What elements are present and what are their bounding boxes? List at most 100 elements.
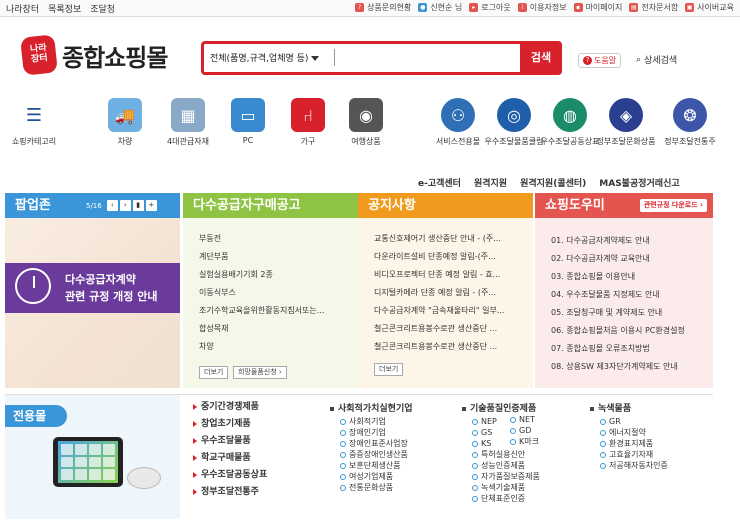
circle-icon bbox=[510, 416, 516, 423]
site-logo[interactable]: 나라 장터 종합쇼핑몰 bbox=[20, 34, 168, 76]
top-link-education[interactable]: ▣ 사이버교육 bbox=[685, 2, 734, 13]
mall-link-liquor[interactable]: 정부조달전통주 bbox=[193, 484, 267, 501]
mas-notice-header[interactable]: 다수공급자구매공고 bbox=[183, 193, 358, 218]
mall-green-head[interactable]: 녹색물품 bbox=[590, 401, 668, 414]
category-shopping[interactable]: ☰ 쇼핑카테고리 bbox=[4, 98, 64, 147]
category-brand[interactable]: ◍ 우수조달공동상표 bbox=[540, 98, 600, 147]
list-item[interactable]: 비디오프로젝터 단종 예정 알림 - 효... bbox=[374, 266, 524, 284]
mall-link-school[interactable]: 학교구매물품 bbox=[193, 450, 267, 467]
category-materials[interactable]: ▦ 4대관급자재 bbox=[158, 98, 218, 147]
search-button[interactable]: 검색 bbox=[520, 41, 562, 75]
menu-remote-support-call[interactable]: 원격지원(콜센터) bbox=[520, 176, 586, 189]
category-travel[interactable]: ◉ 여행상품 bbox=[336, 98, 396, 147]
mall-link[interactable]: 환경표지제품 bbox=[590, 438, 668, 449]
rules-download-button[interactable]: 관련규정 다운로드 › bbox=[639, 199, 707, 212]
list-item[interactable]: 이동식부스 bbox=[199, 284, 324, 302]
mall-link[interactable]: 단체표준인증 bbox=[462, 493, 540, 504]
menu-mas-report[interactable]: MAS불공정거래신고 bbox=[599, 176, 679, 189]
top-link-inquiry[interactable]: ? 상품문의현황 bbox=[355, 2, 411, 13]
mall-link[interactable]: 중증장애인생산품 bbox=[330, 449, 413, 460]
list-item[interactable]: 다수공급자계약 "금속재울타리" 일부... bbox=[374, 302, 524, 320]
next-icon[interactable]: › bbox=[119, 200, 131, 211]
circle-icon bbox=[472, 440, 478, 447]
mall-link[interactable]: 장애인기업 bbox=[330, 427, 413, 438]
circle-icon bbox=[510, 427, 516, 434]
list-item[interactable]: 차양 bbox=[199, 338, 324, 356]
mas-notice-panel: 부동전 계단부품 실험실용배기기회 2종 이동식부스 조기수학교육을위한활동지침… bbox=[183, 218, 358, 388]
top-link-logout[interactable]: ▸ 로그아웃 bbox=[469, 2, 511, 13]
mall-link[interactable]: 저공해자동차인증 bbox=[590, 460, 668, 471]
category-vehicle[interactable]: 🚚 차량 bbox=[95, 98, 155, 147]
mall-link-label: 특허실용신안 bbox=[481, 450, 526, 459]
mall-link[interactable]: NET bbox=[510, 414, 539, 425]
mall-social-head[interactable]: 사회적가치실현기업 bbox=[330, 401, 413, 414]
mall-link[interactable]: 고효율기자재 bbox=[590, 449, 668, 460]
menu-remote-support[interactable]: 원격지원 bbox=[474, 176, 507, 189]
pause-icon[interactable]: ▮ bbox=[132, 200, 144, 211]
mall-link[interactable]: 녹색기술제품 bbox=[462, 482, 540, 493]
mall-link[interactable]: GD bbox=[510, 425, 539, 436]
list-item[interactable]: 합성목재 bbox=[199, 320, 324, 338]
mall-link[interactable]: 여성기업제품 bbox=[330, 471, 413, 482]
list-item[interactable]: 실험실용배기기회 2종 bbox=[199, 266, 324, 284]
mall-link-startup[interactable]: 창업초기제품 bbox=[193, 416, 267, 433]
notice-header[interactable]: 공지사항 bbox=[358, 193, 533, 218]
mall-link[interactable]: 에너지절약 bbox=[590, 427, 668, 438]
mouse-icon bbox=[127, 467, 161, 489]
list-item[interactable]: 부동전 bbox=[199, 230, 324, 248]
list-item[interactable]: 05. 조달청구매 및 계약제도 안내 bbox=[551, 304, 685, 322]
category-liquor[interactable]: ❂ 정부조달전통주 bbox=[660, 98, 720, 147]
category-pc[interactable]: ▭ PC bbox=[218, 98, 278, 145]
support-menu: e-고객센터 원격지원 원격지원(콜센터) MAS불공정거래신고 bbox=[418, 176, 680, 189]
mall-link[interactable]: 전통문화상품 bbox=[330, 482, 413, 493]
category-culture[interactable]: ◈ 정부조달문화상품 bbox=[596, 98, 656, 147]
list-item[interactable]: 07. 종합쇼핑몰 오류조치방법 bbox=[551, 340, 685, 358]
list-item[interactable]: 디지털카메라 단종 예정 알림 - (주... bbox=[374, 284, 524, 302]
list-item[interactable]: 06. 종합쇼핑몰처음 이용시 PC환경설정 bbox=[551, 322, 685, 340]
menu-e-customer-center[interactable]: e-고객센터 bbox=[418, 176, 461, 189]
mall-link[interactable]: 사회적기업 bbox=[330, 416, 413, 427]
list-item[interactable]: 02. 다수공급자계약 교육안내 bbox=[551, 250, 685, 268]
list-item[interactable]: 다운라이트설비 단종예정 알림-(주... bbox=[374, 248, 524, 266]
list-item[interactable]: 철근콘크리트용봉수로관 생산중단 ... bbox=[374, 338, 524, 356]
list-item[interactable]: 교통신호제어기 생산중단 안내 - (주... bbox=[374, 230, 524, 248]
category-excellent[interactable]: ◎ 우수조달물품클럽 bbox=[484, 98, 544, 147]
mall-link[interactable]: 자가품질보증제품 bbox=[462, 471, 540, 482]
mas-more-button[interactable]: 더보기 bbox=[199, 366, 229, 379]
list-item[interactable]: 08. 상용SW 제3자단가계약제도 안내 bbox=[551, 358, 685, 376]
top-link-userinfo[interactable]: i 이용자정보 bbox=[517, 2, 567, 13]
mall-link-brand[interactable]: 우수조달공동상표 bbox=[193, 467, 267, 484]
mall-link[interactable]: 장애인표준사업장 bbox=[330, 438, 413, 449]
search-scope-select[interactable]: 전체(품명,규격,업체명 등) bbox=[210, 51, 320, 64]
prev-icon[interactable]: ‹ bbox=[106, 200, 118, 211]
search-input[interactable] bbox=[338, 48, 518, 68]
mall-link[interactable]: 보훈단체생산품 bbox=[330, 460, 413, 471]
top-link-mypage[interactable]: ▪ 마이페이지 bbox=[573, 2, 622, 13]
list-item[interactable]: 계단부품 bbox=[199, 248, 324, 266]
mall-link-excellent[interactable]: 우수조달물품 bbox=[193, 433, 267, 450]
mall-tech-head[interactable]: 기술품질인증제품 bbox=[462, 401, 540, 414]
top-link-documents[interactable]: ▤ 전자문서함 bbox=[629, 2, 678, 13]
mall-link[interactable]: 성능인증제품 bbox=[462, 460, 540, 471]
plus-icon[interactable]: + bbox=[145, 200, 157, 211]
help-button[interactable]: ? 도움말 bbox=[578, 53, 622, 68]
mall-link[interactable]: 특허실용신안 bbox=[462, 449, 540, 460]
mall-link[interactable]: K마크 bbox=[510, 436, 539, 447]
mall-link-sme[interactable]: 중기간경쟁제품 bbox=[193, 399, 267, 416]
request-item-button[interactable]: 희망물품신청 › bbox=[233, 366, 287, 379]
top-link-catalog[interactable]: 목록정보 bbox=[48, 2, 81, 15]
mall-link-label: KS bbox=[481, 439, 492, 448]
list-item[interactable]: 01. 다수공급자계약제도 안내 bbox=[551, 232, 685, 250]
list-item[interactable]: 03. 종합쇼핑몰 이용안내 bbox=[551, 268, 685, 286]
list-item[interactable]: 04. 우수조달물품 지정제도 안내 bbox=[551, 286, 685, 304]
category-furniture[interactable]: ⑁ 가구 bbox=[278, 98, 338, 147]
popup-banner[interactable]: 다수공급자계약 관련 규정 개정 안내 bbox=[5, 218, 180, 388]
top-link-naramarket[interactable]: 나라장터 bbox=[6, 2, 39, 15]
top-link-pps[interactable]: 조달청 bbox=[90, 2, 115, 15]
notice-more-button[interactable]: 더보기 bbox=[374, 363, 404, 376]
detail-search-link[interactable]: ⌕ 상세검색 bbox=[636, 53, 677, 67]
category-service[interactable]: ⚇ 서비스전용몰 bbox=[428, 98, 488, 147]
mall-link[interactable]: GR bbox=[590, 416, 668, 427]
list-item[interactable]: 조기수학교육을위한활동지침서또는... bbox=[199, 302, 324, 320]
list-item[interactable]: 철근콘크리트용봉수로관 생산중단 ... bbox=[374, 320, 524, 338]
